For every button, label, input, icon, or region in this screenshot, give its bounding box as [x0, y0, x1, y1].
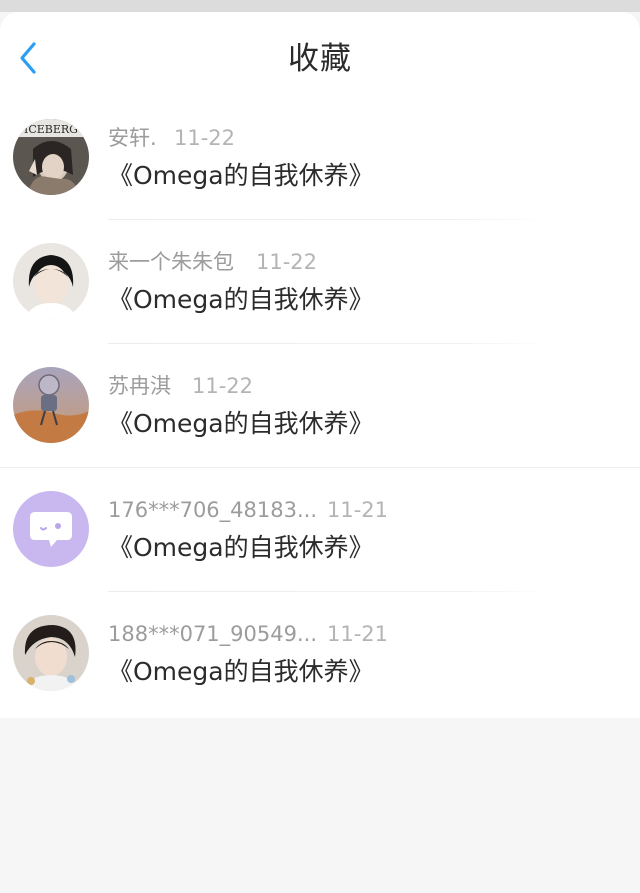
book-title[interactable]: 《Omega的自我休养》	[108, 655, 374, 689]
user-avatar[interactable]	[13, 491, 89, 567]
list-item[interactable]: 苏冉淇 11-22 《Omega的自我休养》	[0, 344, 640, 468]
page-title: 收藏	[288, 41, 352, 77]
user-avatar[interactable]	[13, 243, 89, 319]
item-date: 11-21	[327, 622, 389, 646]
list-item[interactable]: ICEBERG 安轩. 11-22 《Omega的自我休养》	[0, 96, 640, 220]
list-item[interactable]: 188***071_90549... 11-21 《Omega的自我休养》	[0, 592, 640, 716]
book-title[interactable]: 《Omega的自我休养》	[108, 407, 374, 441]
username: 来一个朱朱包	[108, 250, 234, 274]
user-avatar[interactable]	[13, 615, 89, 691]
item-meta: 来一个朱朱包 11-22	[108, 247, 317, 277]
list-item[interactable]: 176***706_48183... 11-21 《Omega的自我休养》	[0, 468, 640, 592]
book-title[interactable]: 《Omega的自我休养》	[108, 159, 374, 193]
item-date: 11-21	[327, 498, 389, 522]
item-meta: 188***071_90549... 11-21	[108, 619, 388, 649]
user-avatar[interactable]	[13, 367, 89, 443]
header-bar: 收藏	[0, 12, 640, 96]
item-meta: 苏冉淇 11-22	[108, 371, 253, 401]
avatar-caption: ICEBERG	[24, 123, 78, 136]
favorites-list: ICEBERG 安轩. 11-22 《Omega的自我休养》 来一个朱朱包 11…	[0, 96, 640, 718]
item-date: 11-22	[174, 126, 236, 150]
list-item[interactable]: 来一个朱朱包 11-22 《Omega的自我休养》	[0, 220, 640, 344]
item-date: 11-22	[256, 250, 318, 274]
item-meta: 176***706_48183... 11-21	[108, 495, 388, 525]
book-title[interactable]: 《Omega的自我休养》	[108, 283, 374, 317]
user-avatar[interactable]: ICEBERG	[13, 119, 89, 195]
username: 188***071_90549...	[108, 622, 317, 646]
item-meta: 安轩. 11-22	[108, 123, 235, 153]
item-date: 11-22	[192, 374, 254, 398]
book-title[interactable]: 《Omega的自我休养》	[108, 531, 374, 565]
username: 安轩.	[108, 126, 157, 150]
username: 176***706_48183...	[108, 498, 317, 522]
username: 苏冉淇	[108, 374, 171, 398]
status-bar-strip	[0, 0, 640, 12]
